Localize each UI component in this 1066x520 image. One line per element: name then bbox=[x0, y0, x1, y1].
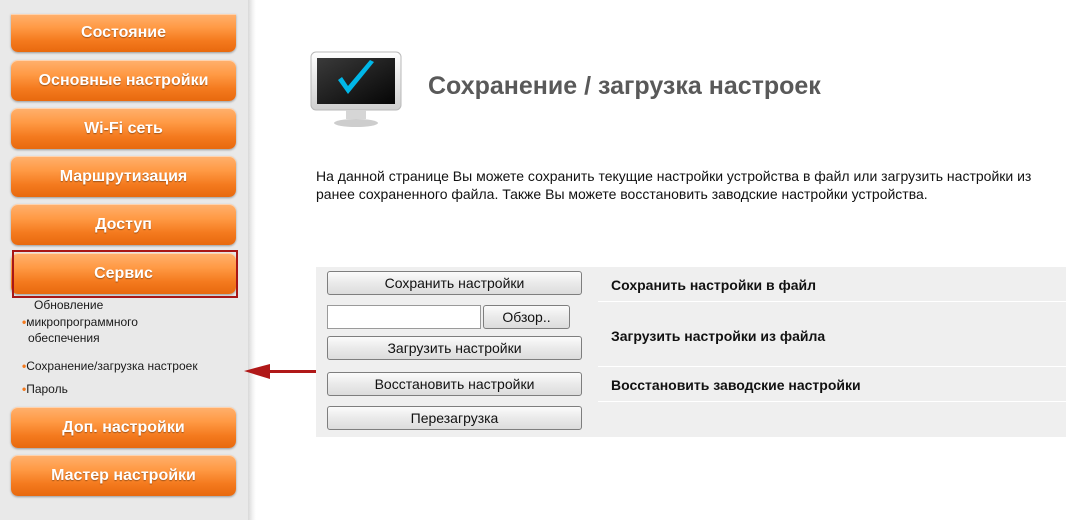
save-settings-button[interactable]: Сохранить настройки bbox=[327, 271, 582, 295]
file-path-input[interactable] bbox=[327, 305, 481, 329]
submenu-firmware-update-cont[interactable]: •микропрограммного bbox=[22, 315, 138, 329]
submenu-firmware-line3: обеспечения bbox=[28, 331, 100, 345]
menu-item-wizard[interactable]: Мастер настройки bbox=[11, 455, 236, 496]
menu-item-service[interactable]: Сервис bbox=[11, 253, 236, 294]
browse-button[interactable]: Обзор.. bbox=[483, 305, 570, 329]
row-divider bbox=[598, 366, 1066, 367]
load-settings-button[interactable]: Загрузить настройки bbox=[327, 336, 582, 360]
menu-item-status[interactable]: Состояние bbox=[11, 14, 236, 52]
save-settings-description: Сохранить настройки в файл bbox=[611, 277, 816, 293]
menu-item-access[interactable]: Доступ bbox=[11, 204, 236, 245]
submenu-firmware-line3-wrap[interactable]: обеспечения bbox=[28, 331, 100, 345]
menu-item-wifi[interactable]: Wi-Fi сеть bbox=[11, 108, 236, 149]
restore-defaults-description: Восстановить заводские настройки bbox=[611, 377, 861, 393]
sidebar-divider bbox=[248, 0, 256, 520]
menu-item-advanced[interactable]: Доп. настройки bbox=[11, 407, 236, 448]
menu-item-basic-settings[interactable]: Основные настройки bbox=[11, 60, 236, 101]
menu-item-routing[interactable]: Маршрутизация bbox=[11, 156, 236, 197]
submenu-backup-settings[interactable]: •Сохранение/загрузка настроек bbox=[22, 359, 198, 373]
submenu-firmware-line1: Обновление bbox=[34, 298, 104, 312]
submenu-password-label: Пароль bbox=[26, 382, 68, 396]
submenu-firmware-line2: микропрограммного bbox=[26, 315, 138, 329]
monitor-check-icon bbox=[310, 50, 402, 130]
settings-actions-table: Сохранить настройки Сохранить настройки … bbox=[316, 267, 1066, 437]
submenu-firmware-update[interactable]: Обновление bbox=[34, 298, 103, 312]
page-title: Сохранение / загрузка настроек bbox=[428, 72, 821, 100]
sidebar: Состояние Основные настройки Wi-Fi сеть … bbox=[0, 0, 252, 520]
arrow-left-icon bbox=[244, 364, 270, 379]
submenu-password[interactable]: •Пароль bbox=[22, 382, 68, 396]
submenu-backup-label: Сохранение/загрузка настроек bbox=[26, 359, 198, 373]
restore-defaults-button[interactable]: Восстановить настройки bbox=[327, 372, 582, 396]
row-divider bbox=[598, 401, 1066, 402]
row-divider bbox=[598, 301, 1066, 302]
page-description: На данной странице Вы можете сохранить т… bbox=[316, 168, 1032, 202]
reboot-button[interactable]: Перезагрузка bbox=[327, 406, 582, 430]
load-settings-description: Загрузить настройки из файла bbox=[611, 328, 826, 344]
